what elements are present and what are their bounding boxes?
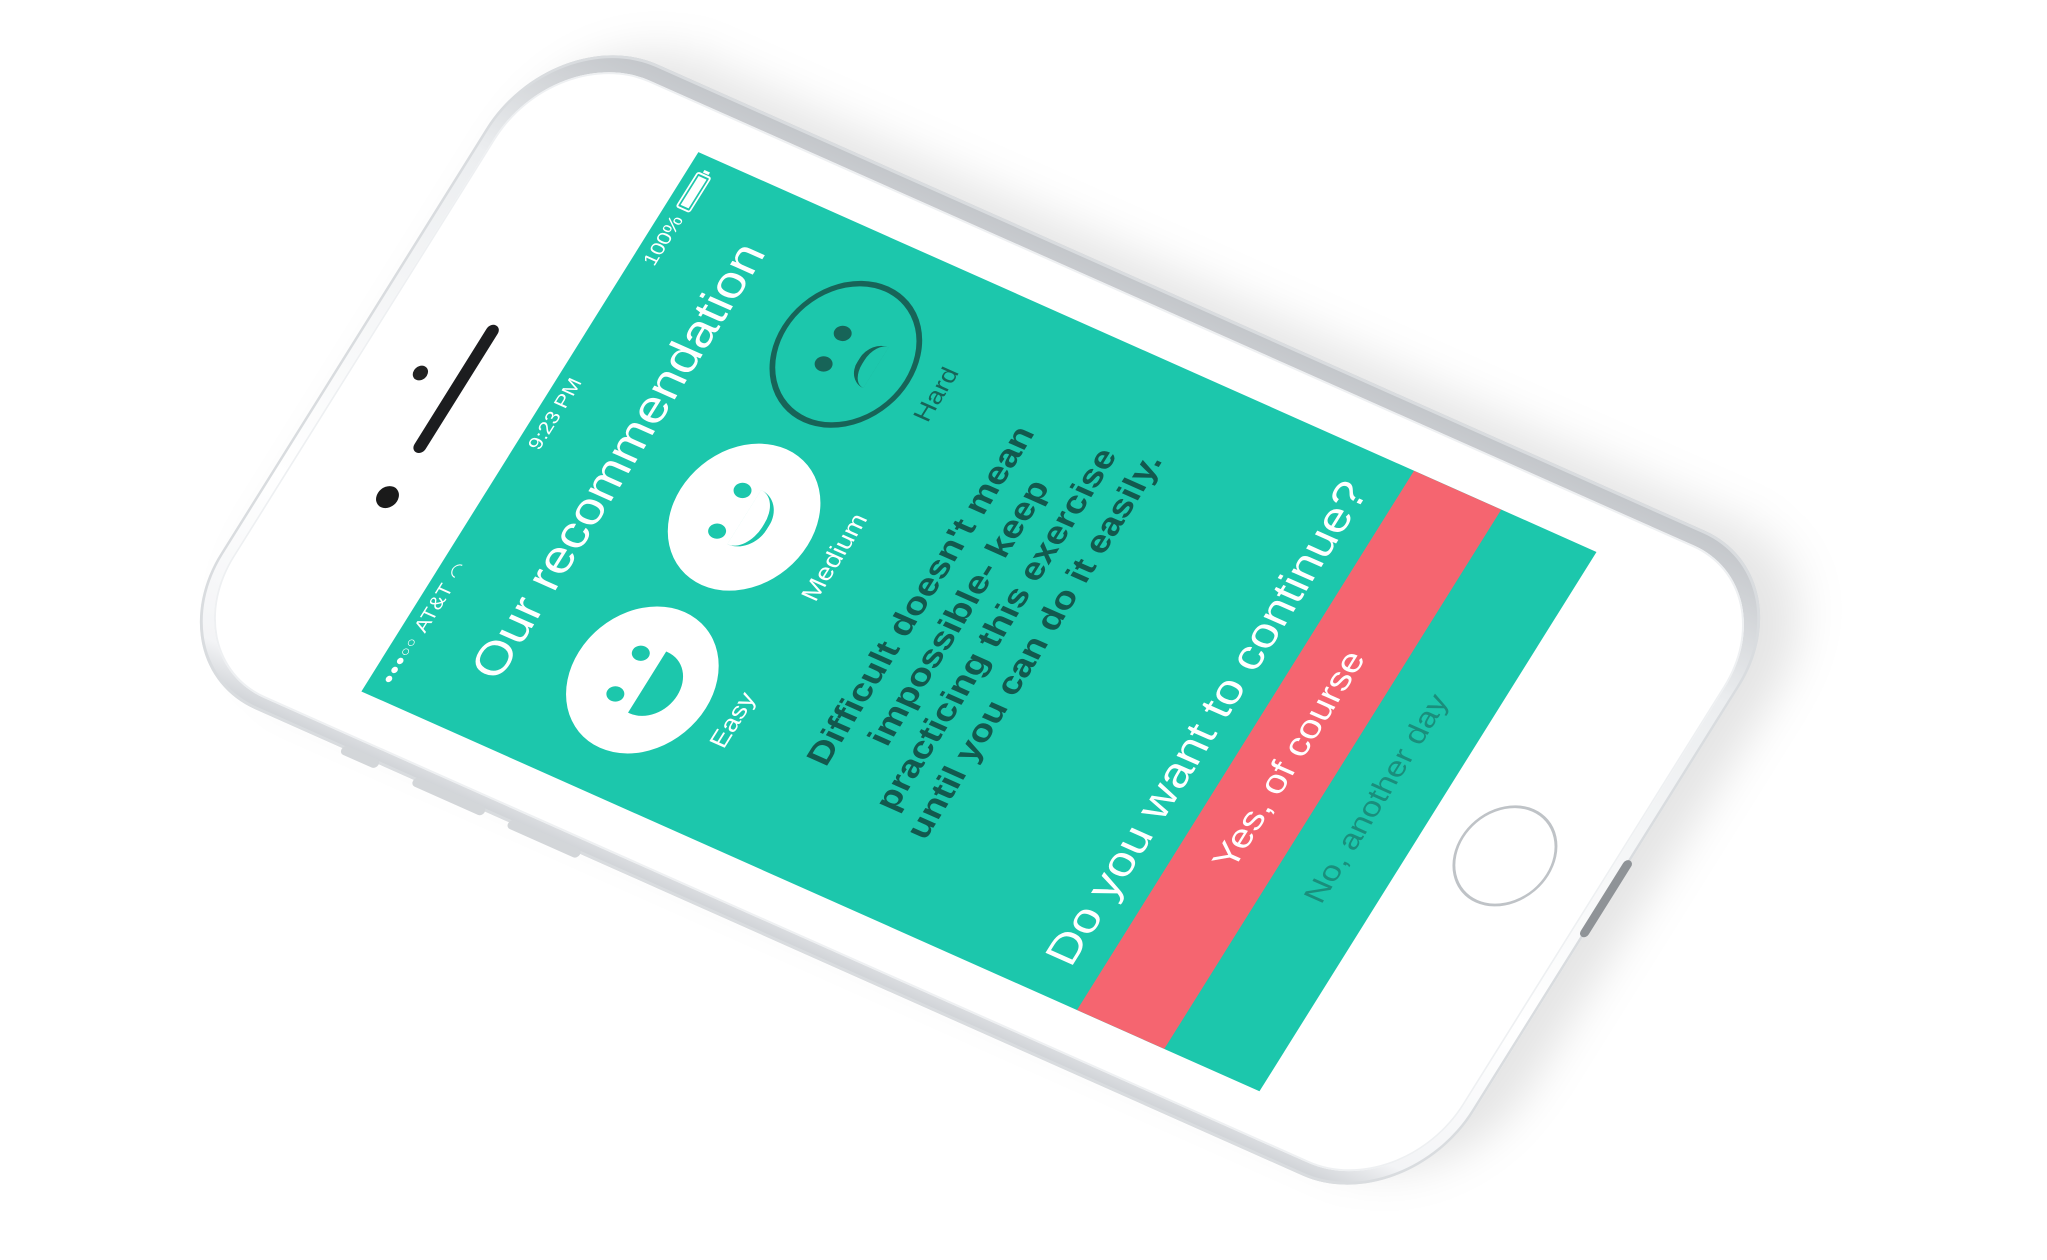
status-right: 100% [638,170,715,269]
difficulty-label-hard: Hard [907,363,965,426]
scene: ●●●○○ AT&T ◠ 9:23 PM 100% Our recommenda… [0,0,2047,1260]
earpiece-speaker-icon [410,322,502,455]
difficulty-label-easy: Easy [703,688,762,752]
home-button[interactable] [1432,789,1578,922]
battery-icon [675,171,712,214]
phone-body: ●●●○○ AT&T ◠ 9:23 PM 100% Our recommenda… [151,12,1851,1222]
signal-strength-icon: ●●●○○ [379,634,422,687]
battery-fill [680,176,707,209]
face-mouth [628,651,697,727]
face-eye-right [830,323,855,344]
face-eye-left [811,353,836,375]
status-time: 9:23 PM [523,374,587,453]
face-mouth [727,490,785,555]
mute-switch [339,744,381,770]
sad-face-icon[interactable] [739,258,952,451]
wifi-icon: ◠ [444,559,471,583]
app-screen: ●●●○○ AT&T ◠ 9:23 PM 100% Our recommenda… [361,152,1597,1092]
proximity-sensor-icon [371,482,404,512]
carrier-name: AT&T [408,580,458,636]
face-eye-left [704,520,730,542]
laughing-face-icon[interactable] [536,583,749,777]
face-mouth [845,339,889,389]
face-eye-right [628,642,653,664]
face-eye-left [603,683,628,705]
battery-percent: 100% [638,212,688,269]
front-camera-icon [409,363,431,383]
face-eye-right [730,480,755,501]
